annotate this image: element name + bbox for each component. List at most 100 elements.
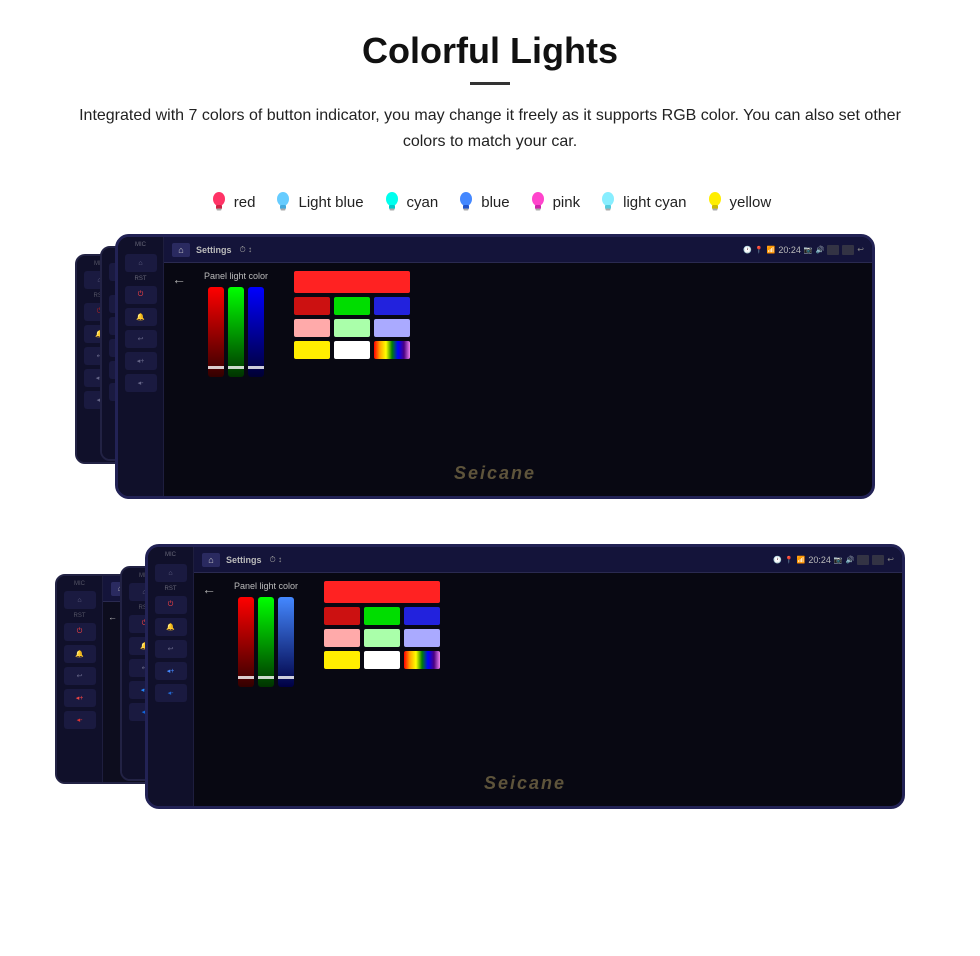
slider-red-bottom[interactable] xyxy=(238,597,254,687)
color-label-cyan: cyan xyxy=(407,194,439,211)
grid-cell-lightpink-top[interactable] xyxy=(294,319,330,337)
device-topbar-bottom: ⌂ Settings ⏱ ↕ 🕐 📍 📶 20:24 📷 xyxy=(194,547,902,573)
bulb-icon-pink xyxy=(528,190,548,214)
grid-row-3-top xyxy=(294,319,410,337)
mic-label-top: MIC xyxy=(121,242,160,248)
grid-cell-darkred-top[interactable] xyxy=(294,297,330,315)
color-item-red: red xyxy=(209,190,256,214)
panel-light-top: Panel light color xyxy=(204,271,268,488)
grid-cell-green-bottom[interactable] xyxy=(364,607,400,625)
grid-row-3-bottom xyxy=(324,629,440,647)
slider-red-top[interactable] xyxy=(208,287,224,377)
title-divider xyxy=(470,82,510,85)
slider-blue-top[interactable] xyxy=(248,287,264,377)
grid-cell-yellow-top[interactable] xyxy=(294,341,330,359)
grid-cell-lightpink-bottom[interactable] xyxy=(324,629,360,647)
vol-dn-bottom[interactable]: ◂- xyxy=(155,684,187,702)
color-label-red: red xyxy=(234,194,256,211)
topbar-icons-bottom: 🕐 📍 📶 20:24 📷 🔊 ↩ xyxy=(773,555,894,565)
description-text: Integrated with 7 colors of button indic… xyxy=(60,103,920,154)
slider-blue-bottom[interactable] xyxy=(278,597,294,687)
bulb-icon-cyan xyxy=(382,190,402,214)
grid-cell-blue-bottom[interactable] xyxy=(404,607,440,625)
back-btn-top[interactable]: ↩ xyxy=(125,330,157,348)
home-btn-bottom[interactable]: ⌂ xyxy=(155,564,187,582)
slider-green-bottom[interactable] xyxy=(258,597,274,687)
color-indicators-row: red Light blue cyan blue pink xyxy=(0,190,980,214)
bottom-device-stack: MIC ⌂ RST ⏻ 🔔 ↩ ◂+ ◂- ⌂ Settings xyxy=(50,544,930,854)
device-main-area-bottom: ⌂ Settings ⏱ ↕ 🕐 📍 📶 20:24 📷 xyxy=(194,547,902,806)
clock-top: 20:24 xyxy=(778,245,801,255)
color-item-cyan: cyan xyxy=(382,190,439,214)
grid-cell-rainbow-top[interactable] xyxy=(374,341,410,359)
grid-cell-lightblue-top[interactable] xyxy=(374,319,410,337)
power-btn-bottom[interactable]: ⏻ xyxy=(155,596,187,614)
grid-cell-red-top[interactable] xyxy=(294,271,410,293)
color-sliders-bottom xyxy=(238,597,294,687)
grid-cell-darkred-bottom[interactable] xyxy=(324,607,360,625)
power-btn-top[interactable]: ⏻ xyxy=(125,286,157,304)
grid-cell-red-bottom[interactable] xyxy=(324,581,440,603)
color-item-lightcyan: light cyan xyxy=(598,190,686,214)
watermark-top: Seicane xyxy=(454,463,536,484)
top-device-stack: MIC ⌂ RST ⏻ 🔔 ↩ ◂+ ◂- ⌂ ← xyxy=(65,234,915,534)
grid-cell-yellow-bottom[interactable] xyxy=(324,651,360,669)
bulb-icon-red xyxy=(209,190,229,214)
color-label-yellow: yellow xyxy=(730,194,772,211)
settings-title-top: Settings xyxy=(196,245,232,255)
home-icon-top[interactable]: ⌂ xyxy=(172,243,190,257)
color-grid-top xyxy=(294,271,410,488)
bell-btn-top[interactable]: 🔔 xyxy=(125,308,157,326)
bulb-icon-blue xyxy=(456,190,476,214)
grid-row-1-top xyxy=(294,271,410,293)
grid-cell-white-bottom[interactable] xyxy=(364,651,400,669)
header-section: Colorful Lights Integrated with 7 colors… xyxy=(0,0,980,174)
grid-row-4-top xyxy=(294,341,410,359)
device-main-area-top: ⌂ Settings ⏱ ↕ 🕐 📍 📶 20:24 📷 xyxy=(164,237,872,496)
color-item-pink: pink xyxy=(528,190,581,214)
color-sliders-top xyxy=(208,287,264,377)
color-item-yellow: yellow xyxy=(705,190,772,214)
device-body-top: ← Panel light color xyxy=(164,263,872,496)
device-topbar-top: ⌂ Settings ⏱ ↕ 🕐 📍 📶 20:24 📷 xyxy=(164,237,872,263)
grid-row-4-bottom xyxy=(324,651,440,669)
grid-cell-lightgreen-top[interactable] xyxy=(334,319,370,337)
color-label-lightcyan: light cyan xyxy=(623,194,686,211)
grid-cell-lightgreen-bottom[interactable] xyxy=(364,629,400,647)
bell-btn-bottom[interactable]: 🔔 xyxy=(155,618,187,636)
bulb-icon-lightblue xyxy=(273,190,293,214)
grid-cell-white-top[interactable] xyxy=(334,341,370,359)
device-sidebar-top: MIC ⌂ RST ⏻ 🔔 ↩ ◂+ ◂- xyxy=(118,237,164,496)
device-body-bottom: ← Panel light color xyxy=(194,573,902,806)
grid-cell-lightblue-bottom[interactable] xyxy=(404,629,440,647)
grid-cell-blue-top[interactable] xyxy=(374,297,410,315)
rst-label-top: RST xyxy=(121,276,160,282)
panel-label-bottom: Panel light color xyxy=(234,581,298,591)
vol-dn-top[interactable]: ◂- xyxy=(125,374,157,392)
grid-row-2-bottom xyxy=(324,607,440,625)
panel-light-bottom: Panel light color xyxy=(234,581,298,798)
settings-title-bottom: Settings xyxy=(226,555,262,565)
back-arrow-bottom[interactable]: ← xyxy=(202,581,216,798)
color-label-pink: pink xyxy=(553,194,581,211)
grid-row-2-top xyxy=(294,297,410,315)
back-arrow-top[interactable]: ← xyxy=(172,271,186,488)
color-item-lightblue: Light blue xyxy=(273,190,363,214)
home-btn-top[interactable]: ⌂ xyxy=(125,254,157,272)
back-btn-bottom[interactable]: ↩ xyxy=(155,640,187,658)
vol-up-bottom[interactable]: ◂+ xyxy=(155,662,187,680)
grid-cell-rainbow-bottom[interactable] xyxy=(404,651,440,669)
color-grid-bottom xyxy=(324,581,440,798)
grid-cell-green-top[interactable] xyxy=(334,297,370,315)
home-icon-bottom[interactable]: ⌂ xyxy=(202,553,220,567)
settings-icons-top: ⏱ ↕ xyxy=(240,245,252,255)
page-wrapper: Colorful Lights Integrated with 7 colors… xyxy=(0,0,980,854)
settings-icons-bottom: ⏱ ↕ xyxy=(270,555,282,565)
mic-label-bottom: MIC xyxy=(151,552,190,558)
slider-green-top[interactable] xyxy=(228,287,244,377)
bulb-icon-lightcyan xyxy=(598,190,618,214)
color-label-blue: blue xyxy=(481,194,509,211)
bulb-icon-yellow xyxy=(705,190,725,214)
vol-up-top[interactable]: ◂+ xyxy=(125,352,157,370)
color-item-blue: blue xyxy=(456,190,509,214)
